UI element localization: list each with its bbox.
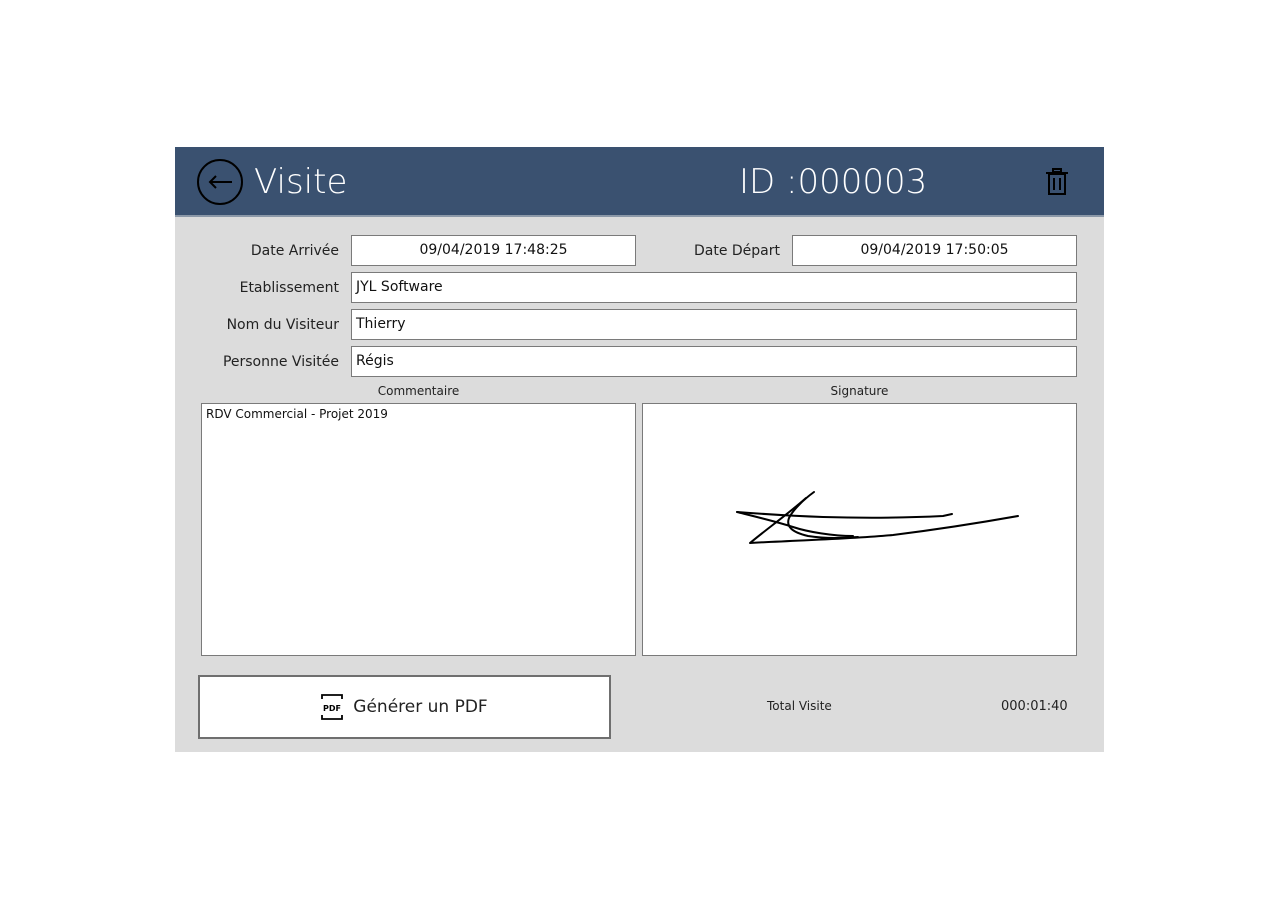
page-title: Visite [254,162,348,202]
total-visite-label: Total Visite [767,699,832,713]
visit-id: ID :000003 [739,162,928,202]
visiteur-field[interactable]: Thierry [351,309,1077,340]
commentaire-title: Commentaire [377,384,460,398]
date-depart-label: Date Départ [693,243,780,259]
trash-icon [1046,168,1068,195]
date-arrivee-label: Date Arrivée [250,243,339,259]
personne-visitee-label: Personne Visitée [222,354,339,370]
commentaire-textarea[interactable]: RDV Commercial - Projet 2019 [201,403,636,656]
personne-visitee-field[interactable]: Régis [351,346,1077,377]
signature-title: Signature [830,384,889,398]
total-visite-value: 000:01:40 [1001,699,1068,714]
commentaire-text: RDV Commercial - Projet 2019 [206,407,388,421]
date-depart-field[interactable]: 09/04/2019 17:50:05 [792,235,1077,266]
back-button[interactable] [197,159,243,205]
delete-button[interactable] [1045,168,1071,196]
signature-drawing [736,491,1019,544]
pdf-icon-text: PDF [323,704,341,713]
pdf-icon: PDF [321,694,344,720]
visiteur-label: Nom du Visiteur [226,317,339,333]
date-arrivee-field[interactable]: 09/04/2019 17:48:25 [351,235,636,266]
generate-pdf-button[interactable]: PDF Générer un PDF [198,675,611,739]
signature-pad[interactable] [642,403,1077,656]
arrow-left-icon [208,175,232,189]
etablissement-label: Etablissement [239,280,339,296]
generate-pdf-label: Générer un PDF [353,697,488,717]
etablissement-field[interactable]: JYL Software [351,272,1077,303]
visit-window: Visite ID :000003 Date Arrivée 09/04/201… [175,147,1104,752]
header-bar: Visite ID :000003 [175,147,1104,217]
